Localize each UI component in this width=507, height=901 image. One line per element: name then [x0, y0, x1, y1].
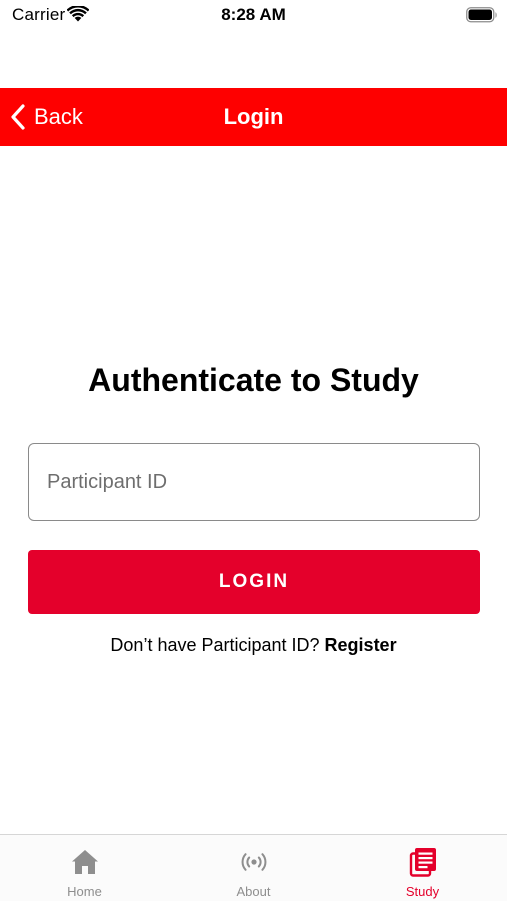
status-time: 8:28 AM: [221, 5, 286, 24]
login-button[interactable]: LOGIN: [28, 550, 480, 614]
tab-about[interactable]: About: [169, 835, 338, 901]
tab-home-label: Home: [67, 884, 102, 899]
register-prompt: Don’t have Participant ID? Register: [0, 635, 507, 656]
battery-icon: [466, 7, 497, 23]
chevron-left-icon: [11, 104, 25, 130]
register-link[interactable]: Register: [325, 635, 397, 655]
study-document-icon: [409, 848, 436, 877]
participant-id-input[interactable]: [28, 443, 480, 521]
tab-bar: Home About Study: [0, 834, 507, 901]
status-bar: Carrier 8:28 AM: [0, 0, 507, 34]
register-prompt-text: Don’t have Participant ID?: [110, 635, 320, 655]
back-button-label: Back: [34, 104, 83, 129]
home-icon: [71, 850, 98, 874]
back-button[interactable]: Back: [10, 88, 83, 146]
tab-study[interactable]: Study: [338, 835, 507, 901]
broadcast-icon: [241, 853, 266, 871]
tab-home[interactable]: Home: [0, 835, 169, 901]
tab-about-label: About: [236, 884, 271, 899]
navigation-bar: Back Login: [0, 88, 507, 146]
authenticate-heading: Authenticate to Study: [88, 362, 419, 398]
tab-study-label: Study: [405, 884, 440, 899]
